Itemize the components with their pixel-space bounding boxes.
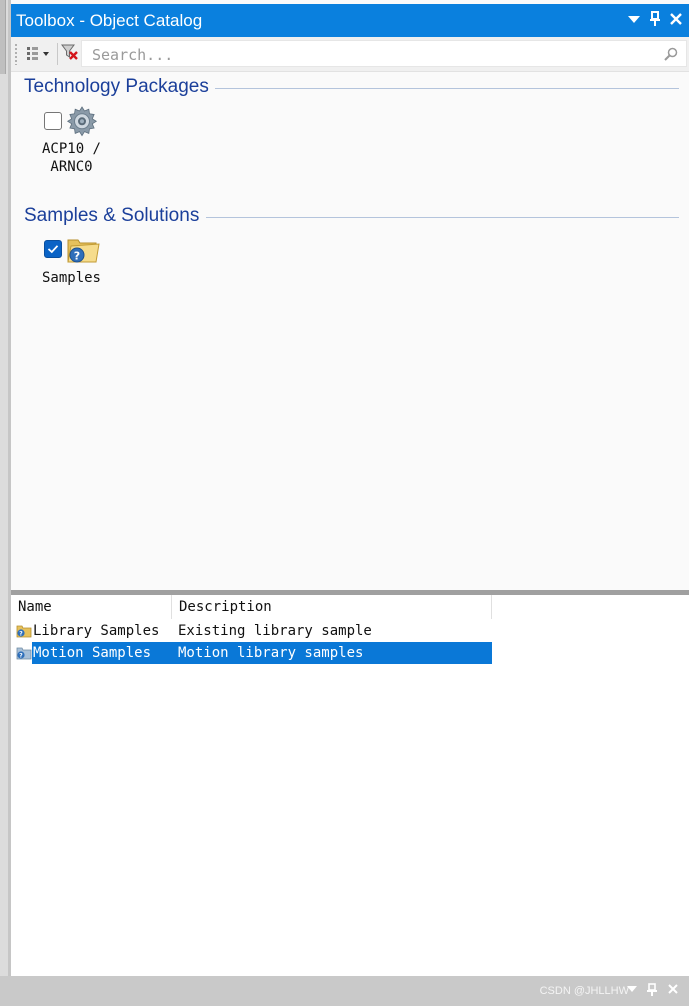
tile-acp10-arnc0[interactable]: ACP10 / ARNC0 <box>24 106 124 182</box>
group-header[interactable]: Samples & Solutions <box>24 205 679 229</box>
panel-title: Toolbox - Object Catalog <box>16 11 203 30</box>
bottom-dock-bar: CSDN @JHLLHW <box>0 976 689 1006</box>
svg-text:?: ? <box>19 631 23 638</box>
sample-item-icon: ? <box>16 623 32 639</box>
row-name: Library Samples <box>33 623 160 639</box>
dropdown-arrow-icon[interactable] <box>624 983 640 999</box>
tile-samples[interactable]: ? Samples <box>24 235 124 291</box>
row-name: Motion Samples <box>33 645 152 661</box>
search-box <box>81 40 687 68</box>
group-divider <box>206 217 679 218</box>
group-title: Technology Packages <box>24 76 215 98</box>
table-row-selected[interactable]: ? Motion Samples Motion library samples <box>14 642 492 664</box>
toolbar <box>11 37 689 72</box>
details-list: Name Description ? Library Samples Exist… <box>11 595 689 976</box>
row-description: Motion library samples <box>178 645 364 661</box>
toolbar-separator <box>57 43 58 65</box>
toolbar-grip[interactable] <box>14 43 18 65</box>
toolbox-panel: Toolbox - Object Catalog Search... Techn… <box>11 0 689 976</box>
left-dock-strip <box>0 0 11 976</box>
group-divider <box>214 88 679 89</box>
gear-icon <box>66 106 98 142</box>
search-icon[interactable] <box>664 46 678 65</box>
group-title: Samples & Solutions <box>24 205 206 227</box>
pin-icon[interactable] <box>644 983 660 999</box>
panel-title-bar[interactable]: Toolbox - Object Catalog <box>11 4 689 37</box>
tile-checkbox[interactable] <box>44 112 62 130</box>
pin-icon[interactable] <box>646 11 664 31</box>
svg-text:?: ? <box>74 250 80 263</box>
tile-label: Samples <box>41 270 101 286</box>
close-icon[interactable] <box>665 983 681 999</box>
table-row[interactable]: ? Library Samples Existing library sampl… <box>14 620 492 642</box>
column-header-name[interactable]: Name <box>11 595 172 619</box>
search-input[interactable] <box>82 41 654 68</box>
clear-filter-icon <box>61 43 79 65</box>
sample-item-icon: ? <box>16 645 32 661</box>
close-icon[interactable] <box>667 11 685 31</box>
view-options-icon <box>26 45 50 64</box>
column-header-description[interactable]: Description <box>172 595 492 619</box>
clear-filter-button[interactable] <box>60 42 80 66</box>
dropdown-arrow-icon[interactable] <box>625 11 643 31</box>
row-description: Existing library sample <box>178 623 372 639</box>
tile-label: ACP10 / ARNC0 <box>41 141 101 175</box>
watermark-text: CSDN @JHLLHW <box>539 985 629 997</box>
svg-text:?: ? <box>19 653 23 660</box>
help-folder-icon: ? <box>66 235 100 269</box>
view-options-button[interactable] <box>23 42 53 66</box>
dock-tab[interactable] <box>0 0 6 74</box>
group-header[interactable]: Technology Packages <box>24 76 679 100</box>
tile-checkbox[interactable] <box>44 240 62 258</box>
